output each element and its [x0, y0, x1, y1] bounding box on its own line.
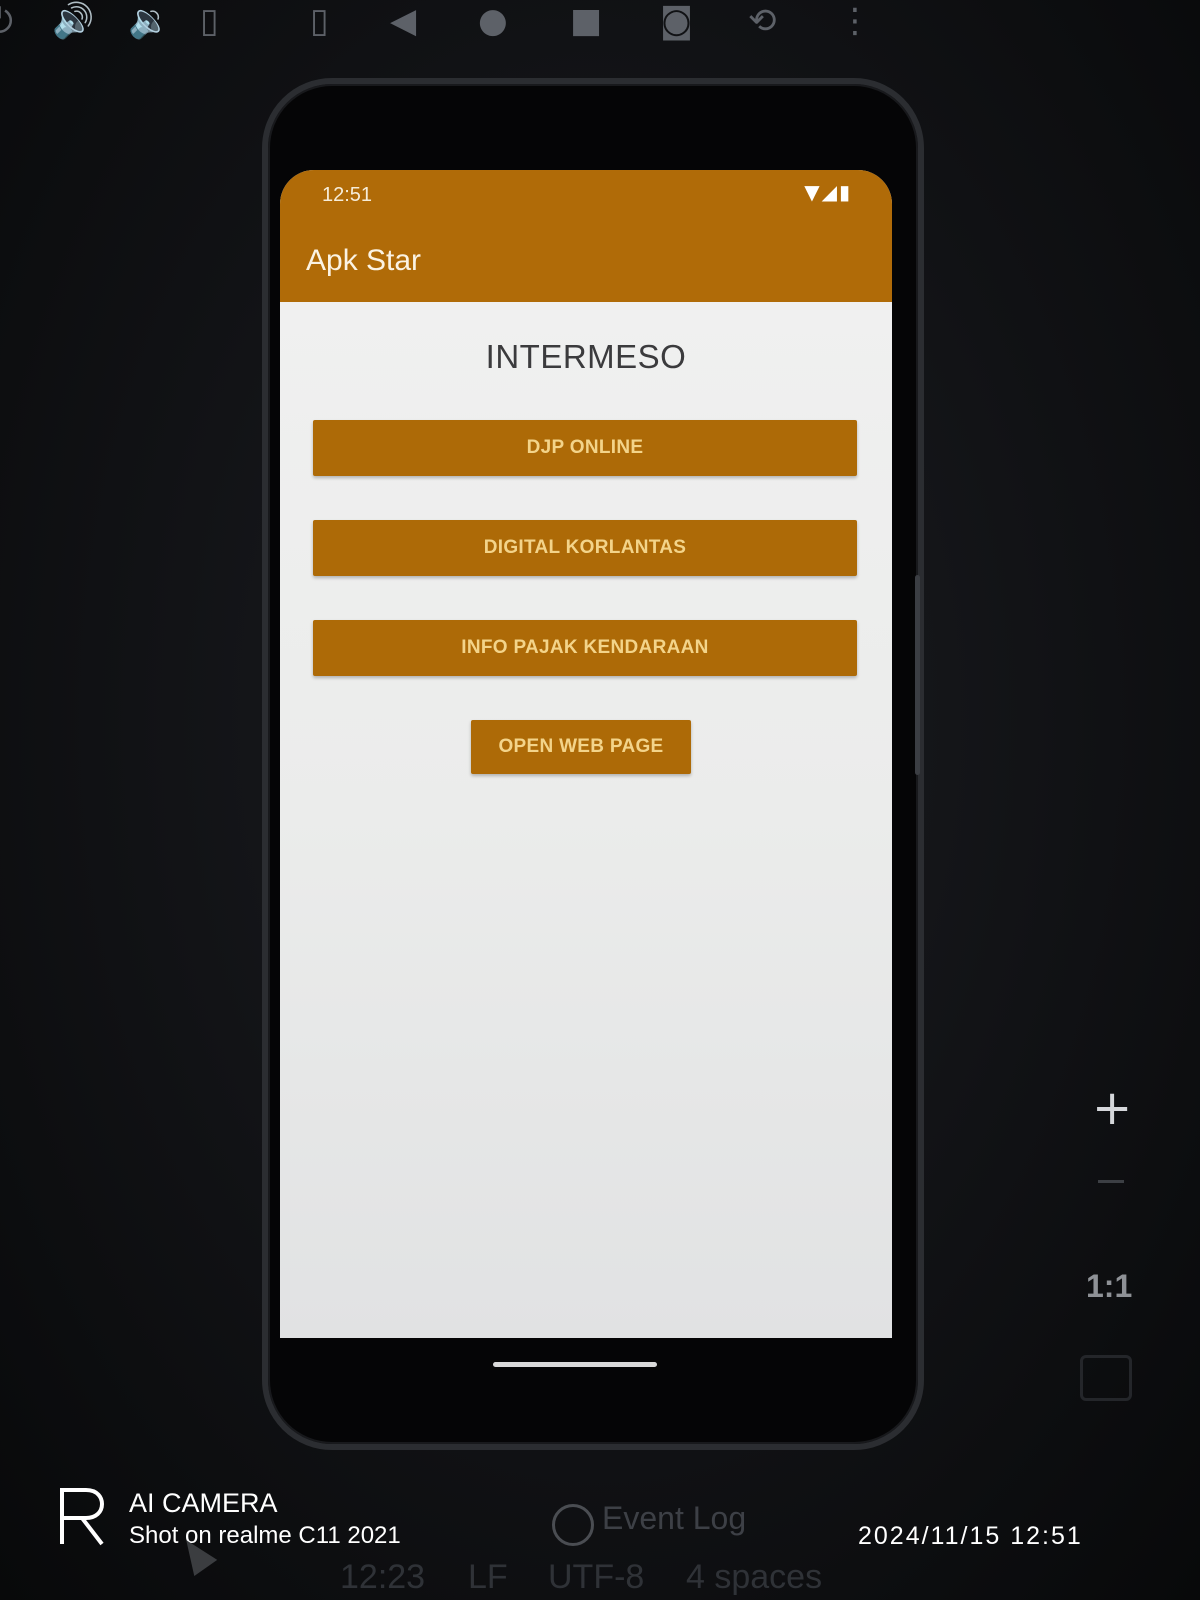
- home-icon[interactable]: ●: [478, 4, 508, 38]
- zoom-ratio-button[interactable]: 1:1: [1086, 1268, 1132, 1305]
- app-bar: 12:51 ▼◢▮ Apk Star: [280, 170, 892, 302]
- watermark-datetime: 2024/11/15 12:51: [858, 1522, 1083, 1550]
- ide-time: 12:23: [340, 1558, 426, 1596]
- rotate-left-icon[interactable]: ▯: [200, 4, 219, 38]
- more-icon[interactable]: ⋮: [838, 4, 872, 38]
- line-ending[interactable]: LF: [468, 1558, 508, 1597]
- rotate-right-icon[interactable]: ▯: [310, 4, 329, 38]
- event-log-icon: [552, 1504, 594, 1546]
- back-icon[interactable]: ◀: [390, 4, 416, 38]
- file-encoding[interactable]: UTF-8: [548, 1558, 644, 1597]
- info-pajak-kendaraan-button[interactable]: INFO PAJAK KENDARAAN: [313, 620, 857, 676]
- snapshot-icon[interactable]: ⟲: [748, 4, 777, 38]
- status-time: 12:51: [322, 184, 373, 206]
- phone-screen: 12:51 ▼◢▮ Apk Star INTERMESO DJP ONLINE …: [280, 170, 892, 1338]
- djp-online-button[interactable]: DJP ONLINE: [313, 420, 857, 476]
- overview-icon[interactable]: ■: [570, 4, 602, 38]
- volume-up-icon[interactable]: 🔊: [52, 4, 94, 38]
- realme-logo-icon: [60, 1488, 104, 1546]
- open-web-page-button[interactable]: OPEN WEB PAGE: [471, 720, 691, 774]
- app-title: Apk Star: [306, 244, 422, 277]
- photo-of-emulator-screen: ⏻ 🔊 🔉 ▯ ▯ ◀ ● ■ ◙ ⟲ ⋮ 12:51 ▼◢▮ Apk Star…: [0, 0, 1200, 1600]
- emulator-toolbar: ⏻ 🔊 🔉 ▯ ▯ ◀ ● ■ ◙ ⟲ ⋮: [0, 0, 900, 52]
- zoom-in-icon[interactable]: +: [1092, 1080, 1132, 1136]
- phone-side-button: [915, 575, 920, 775]
- zoom-out-icon[interactable]: [1098, 1180, 1124, 1183]
- power-icon[interactable]: ⏻: [0, 4, 13, 38]
- indent-setting[interactable]: 4 spaces: [686, 1558, 822, 1597]
- watermark-subtitle: Shot on realme C11 2021: [129, 1522, 401, 1549]
- camera-icon[interactable]: ◙: [660, 4, 693, 38]
- status-icons: ▼◢▮: [804, 180, 852, 204]
- screenshot-icon[interactable]: [1080, 1355, 1132, 1401]
- digital-korlantas-button[interactable]: DIGITAL KORLANTAS: [313, 520, 857, 576]
- volume-down-icon[interactable]: 🔉: [128, 4, 170, 38]
- page-heading: INTERMESO: [485, 338, 687, 375]
- gesture-home-bar[interactable]: [493, 1362, 657, 1367]
- watermark-title: AI CAMERA: [129, 1488, 278, 1518]
- event-log-tab[interactable]: Event Log: [602, 1500, 746, 1537]
